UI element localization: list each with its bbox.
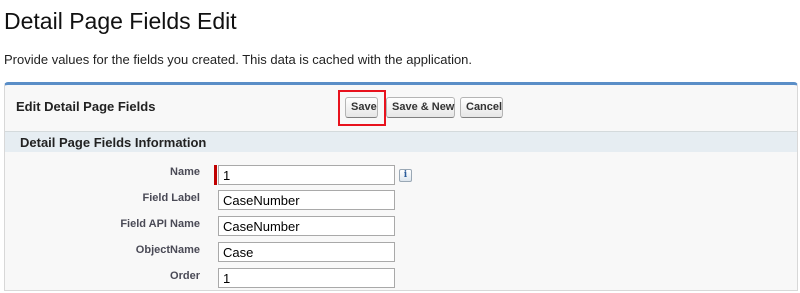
save-button[interactable]: Save	[345, 97, 378, 118]
save-and-new-button[interactable]: Save & New	[386, 97, 455, 118]
field-label-input[interactable]	[218, 190, 395, 210]
section-header: Detail Page Fields Information	[5, 131, 797, 152]
page-description: Provide values for the fields you create…	[4, 52, 473, 67]
name-input[interactable]	[218, 165, 395, 185]
cancel-button[interactable]: Cancel	[460, 97, 503, 118]
field-api-name-label: Field API Name	[120, 218, 200, 230]
order-input[interactable]	[218, 268, 395, 288]
field-api-name-input[interactable]	[218, 216, 395, 236]
required-indicator	[214, 165, 217, 185]
info-icon[interactable]: i	[399, 169, 412, 182]
panel-title: Edit Detail Page Fields	[16, 99, 156, 114]
page-title: Detail Page Fields Edit	[4, 8, 237, 34]
field-label-label: Field Label	[142, 192, 200, 204]
edit-panel: Edit Detail Page Fields Save Save & New …	[4, 82, 798, 291]
object-name-label: ObjectName	[135, 244, 200, 256]
order-label: Order	[170, 270, 200, 282]
object-name-input[interactable]	[218, 242, 395, 262]
section-title: Detail Page Fields Information	[20, 135, 207, 150]
name-label: Name	[170, 166, 200, 178]
